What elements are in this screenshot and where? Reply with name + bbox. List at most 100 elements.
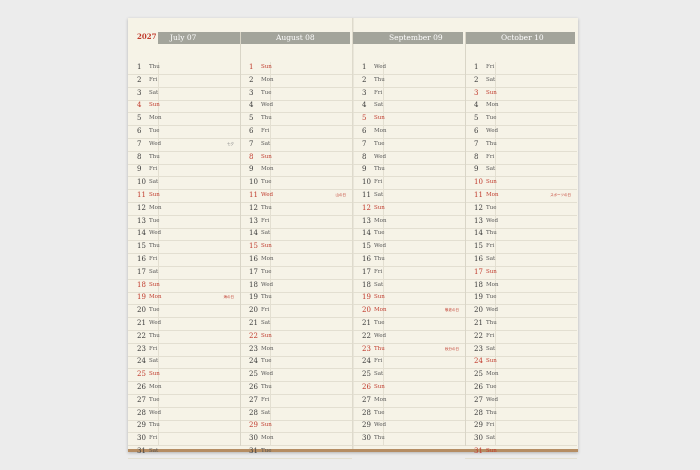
day-row[interactable]: 16 Thu [353,254,465,267]
day-row[interactable]: 1 Wed [353,62,465,75]
day-row[interactable]: 26 Sun [353,382,465,395]
day-row[interactable]: 31 Sat [128,446,240,459]
day-row[interactable]: 25 Sat [353,369,465,383]
day-row[interactable]: 14 Wed [128,228,240,242]
day-row[interactable]: 13 Tue [128,216,240,229]
day-row[interactable]: 5 Tue [465,113,577,127]
day-row[interactable]: 13 Fri [240,216,352,229]
day-row[interactable]: 9 Fri [128,164,240,178]
day-row[interactable]: 4 Sat [353,100,465,114]
day-row[interactable]: 17 Sun [465,267,577,280]
day-row[interactable]: 27 Wed [465,395,577,408]
day-row[interactable]: 19 Sun [353,292,465,306]
day-row[interactable]: 25 Mon [465,369,577,383]
day-row[interactable]: 31 Sun [465,446,577,459]
day-row[interactable]: 28 Sat [240,408,352,421]
day-row[interactable]: 23 Fri [128,344,240,357]
day-row[interactable]: 2 Fri [128,75,240,88]
day-row[interactable]: 10 Tue [240,177,352,191]
day-row[interactable]: 3 Fri [353,88,465,101]
day-row[interactable]: 21 Wed [128,318,240,331]
day-row[interactable]: 21 Thu [465,318,577,331]
day-row[interactable]: 15 Thu [128,241,240,255]
day-row[interactable]: 11 Wed 山の日 [240,190,352,203]
day-row[interactable]: 4 Wed [240,100,352,114]
day-row[interactable]: 24 Sat [128,356,240,370]
day-row[interactable]: 22 Wed [353,331,465,344]
day-row[interactable]: 8 Fri [465,152,577,165]
day-row[interactable]: 8 Sun [240,152,352,165]
day-row[interactable]: 20 Fri [240,305,352,319]
day-row[interactable]: 1 Thu [128,62,240,75]
day-row[interactable]: 27 Fri [240,395,352,408]
day-row[interactable]: 30 Sat [465,433,577,447]
day-row[interactable]: 1 Fri [465,62,577,75]
day-row[interactable]: 26 Tue [465,382,577,395]
day-row[interactable]: 29 Wed [353,420,465,434]
day-row[interactable]: 2 Mon [240,75,352,88]
day-row[interactable]: 23 Sat [465,344,577,357]
day-row[interactable]: 12 Mon [128,203,240,216]
day-row[interactable]: 22 Thu [128,331,240,344]
day-row[interactable]: 28 Wed [128,408,240,421]
day-row[interactable]: 21 Tue [353,318,465,331]
day-row[interactable]: 7 Wed 七夕 [128,139,240,152]
day-row[interactable]: 9 Thu [353,164,465,178]
day-row[interactable]: 18 Wed [240,280,352,293]
day-row[interactable]: 28 Tue [353,408,465,421]
day-row[interactable]: 12 Tue [465,203,577,216]
day-row[interactable]: 4 Sun [128,100,240,114]
day-row[interactable]: 14 Tue [353,228,465,242]
day-row[interactable]: 6 Mon [353,126,465,139]
day-row[interactable]: 7 Tue [353,139,465,152]
day-row[interactable]: 12 Thu [240,203,352,216]
day-row[interactable]: 20 Tue [128,305,240,319]
day-row[interactable]: 12 Sun [353,203,465,216]
day-row[interactable]: 15 Wed [353,241,465,255]
day-row[interactable]: 17 Sat [128,267,240,280]
day-row[interactable]: 20 Mon 敬老の日 [353,305,465,319]
day-row[interactable]: 6 Wed [465,126,577,139]
day-row[interactable]: 10 Sat [128,177,240,191]
day-row[interactable]: 2 Thu [353,75,465,88]
day-row[interactable]: 3 Sat [128,88,240,101]
day-row[interactable]: 15 Fri [465,241,577,255]
day-row[interactable]: 7 Sat [240,139,352,152]
day-row[interactable]: 11 Mon スポーツの日 [465,190,577,203]
day-row[interactable]: 25 Wed [240,369,352,383]
day-row[interactable]: 13 Mon [353,216,465,229]
day-row[interactable]: 10 Sun [465,177,577,191]
day-row[interactable]: 14 Sat [240,228,352,242]
day-row[interactable]: 17 Tue [240,267,352,280]
day-row[interactable]: 18 Sun [128,280,240,293]
day-row[interactable]: 22 Fri [465,331,577,344]
day-row[interactable]: 22 Sun [240,331,352,344]
day-row[interactable]: 29 Fri [465,420,577,434]
day-row[interactable]: 6 Fri [240,126,352,139]
day-row[interactable]: 26 Mon [128,382,240,395]
day-row[interactable]: 30 Fri [128,433,240,447]
day-row[interactable]: 3 Sun [465,88,577,101]
day-row[interactable]: 9 Sat [465,164,577,178]
day-row[interactable]: 30 Mon [240,433,352,447]
day-row[interactable]: 2 Sat [465,75,577,88]
day-row[interactable]: 24 Fri [353,356,465,370]
day-row[interactable]: 8 Thu [128,152,240,165]
day-row[interactable]: 24 Sun [465,356,577,370]
day-row[interactable]: 24 Tue [240,356,352,370]
day-row[interactable]: 19 Tue [465,292,577,306]
day-row[interactable]: 11 Sat [353,190,465,203]
day-row[interactable]: 23 Mon [240,344,352,357]
day-row[interactable]: 26 Thu [240,382,352,395]
day-row[interactable]: 31 Tue [240,446,352,459]
day-row[interactable]: 27 Mon [353,395,465,408]
day-row[interactable]: 13 Wed [465,216,577,229]
day-row[interactable]: 14 Thu [465,228,577,242]
day-row[interactable]: 8 Wed [353,152,465,165]
day-row[interactable]: 16 Sat [465,254,577,267]
day-row[interactable]: 28 Thu [465,408,577,421]
day-row[interactable]: 20 Wed [465,305,577,319]
day-row[interactable]: 3 Tue [240,88,352,101]
day-row[interactable]: 11 Sun [128,190,240,203]
day-row[interactable]: 19 Mon 海の日 [128,292,240,306]
